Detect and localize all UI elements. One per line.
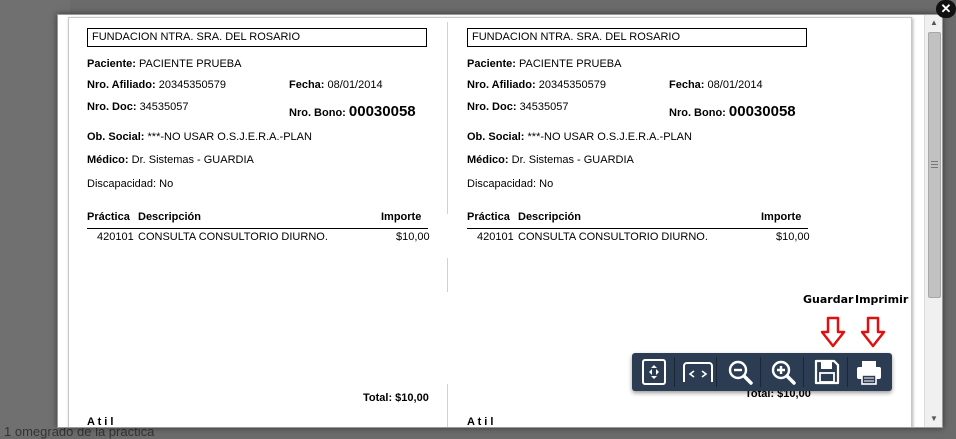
obsocial-row: Ob. Social: ***-NO USAR O.S.J.E.R.A.-PLA… <box>467 131 692 143</box>
footer-cut-text: A t i l <box>87 416 114 428</box>
save-button[interactable] <box>807 357 848 387</box>
imprimir-arrow-icon <box>860 316 886 348</box>
fecha-row: Fecha: 08/01/2014 <box>669 79 763 91</box>
zoom-in-button[interactable] <box>763 357 804 387</box>
bono-number: 00030058 <box>348 103 416 120</box>
guardar-arrow-icon <box>820 316 846 348</box>
imprimir-annotation: Imprimir <box>855 293 909 306</box>
table-row: 420101 CONSULTA CONSULTORIO DIURNO. $10,… <box>97 231 430 243</box>
total-label: Total: $10,00 <box>363 392 429 404</box>
scroll-up-arrow-icon[interactable]: ▲ <box>925 15 942 31</box>
doc-row: Nro. Doc: 34535057 <box>467 101 569 113</box>
close-icon: ✕ <box>940 1 952 16</box>
viewer-toolbar <box>632 353 892 391</box>
institution-box: FUNDACION NTRA. SRA. DEL ROSARIO <box>87 28 427 47</box>
scroll-down-arrow-icon[interactable]: ▼ <box>925 411 942 427</box>
obsocial-row: Ob. Social: ***-NO USAR O.S.J.E.R.A.-PLA… <box>87 131 312 143</box>
column-divider <box>447 384 448 427</box>
column-divider <box>447 258 448 292</box>
fit-width-icon <box>683 362 713 382</box>
scrollbar-grip-icon <box>931 161 938 169</box>
fecha-row: Fecha: 08/01/2014 <box>289 79 383 91</box>
table-row: 420101 CONSULTA CONSULTORIO DIURNO. $10,… <box>477 231 810 243</box>
scrollbar-thumb[interactable] <box>928 32 941 298</box>
guardar-annotation: Guardar <box>803 293 854 306</box>
medico-row: Médico: Dr. Sistemas - GUARDIA <box>87 154 254 166</box>
column-divider <box>447 22 448 214</box>
bono-number: 00030058 <box>728 103 796 120</box>
afiliado-row: Nro. Afiliado: 20345350579 <box>87 79 227 91</box>
zoom-out-icon <box>728 360 753 385</box>
table-header: Práctica Descripción Importe <box>467 211 808 229</box>
doc-row: Nro. Doc: 34535057 <box>87 101 189 113</box>
discapacidad-row: Discapacidad: No <box>467 178 554 190</box>
paciente-row: Paciente: PACIENTE PRUEBA <box>87 58 242 70</box>
table-header: Práctica Descripción Importe <box>87 211 428 229</box>
vertical-scrollbar[interactable]: ▲ ▼ <box>924 15 942 427</box>
fit-page-icon <box>642 359 666 385</box>
voucher-left: FUNDACION NTRA. SRA. DEL ROSARIO Pacient… <box>87 18 447 428</box>
zoom-out-button[interactable] <box>720 357 761 387</box>
institution-box: FUNDACION NTRA. SRA. DEL ROSARIO <box>467 28 807 47</box>
zoom-in-icon <box>771 360 796 385</box>
discapacidad-row: Discapacidad: No <box>87 178 174 190</box>
afiliado-row: Nro. Afiliado: 20345350579 <box>467 79 607 91</box>
printer-icon <box>857 361 881 385</box>
close-button[interactable]: ✕ <box>936 0 956 18</box>
footer-cut-text: A t i l <box>467 416 494 428</box>
bono-row: Nro. Bono: 00030058 <box>289 103 416 120</box>
paciente-row: Paciente: PACIENTE PRUEBA <box>467 58 622 70</box>
print-button[interactable] <box>849 357 889 387</box>
bono-row: Nro. Bono: 00030058 <box>669 103 796 120</box>
fit-width-button[interactable] <box>676 357 717 387</box>
fit-page-button[interactable] <box>634 357 675 387</box>
floppy-disk-icon <box>814 359 840 385</box>
medico-row: Médico: Dr. Sistemas - GUARDIA <box>467 154 634 166</box>
